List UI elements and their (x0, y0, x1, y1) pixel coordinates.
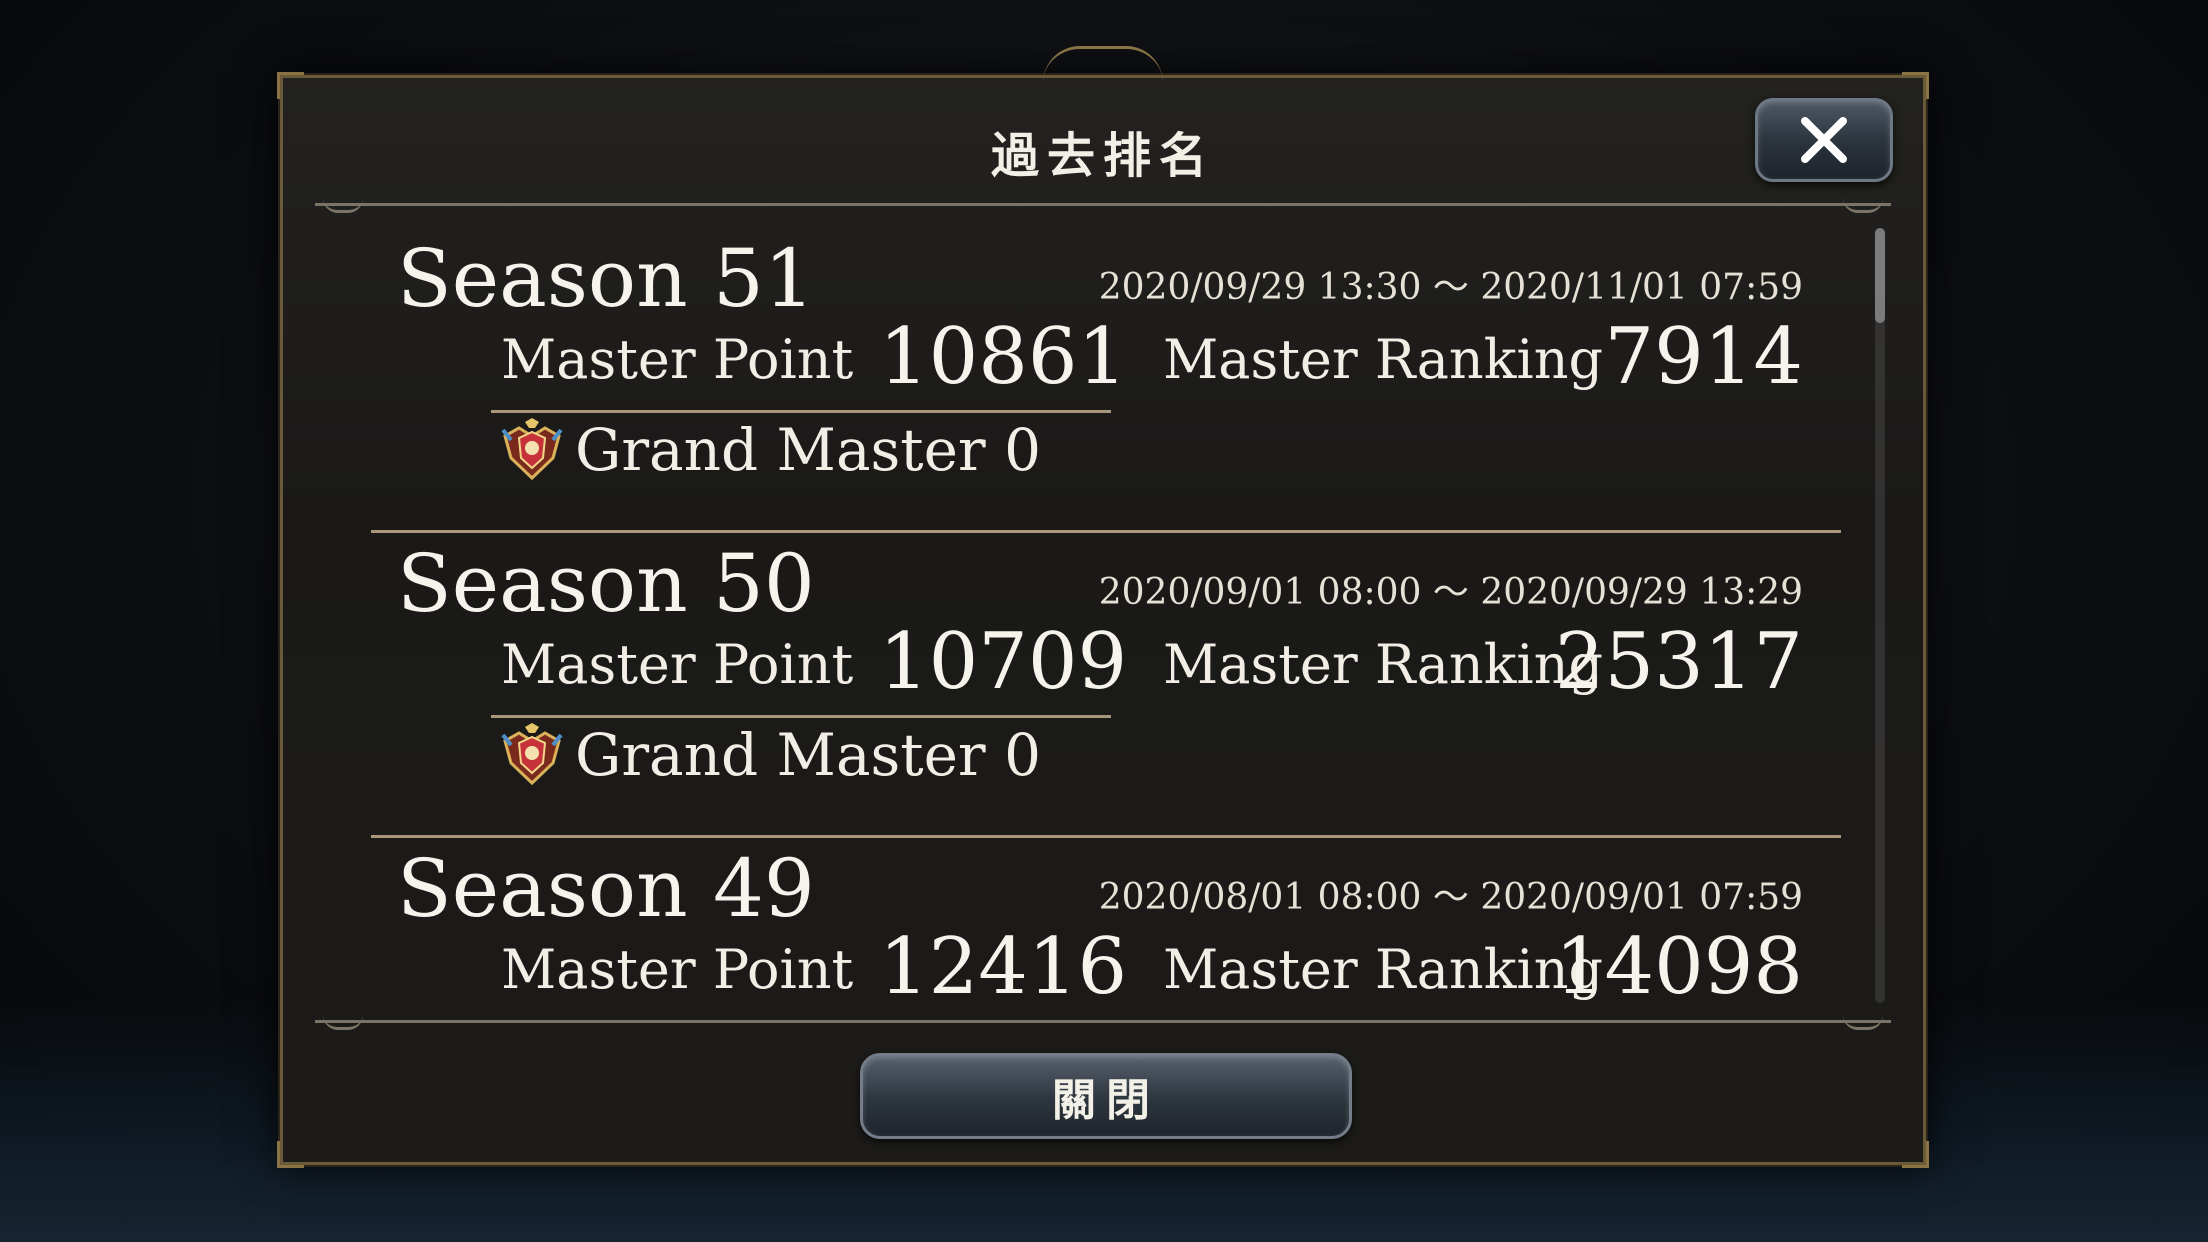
scrollbar-thumb[interactable] (1875, 228, 1885, 323)
frame-corner (1902, 1141, 1929, 1168)
divider-flourish (323, 1015, 363, 1030)
season-name: Season 51 (397, 232, 815, 325)
frame-corner (277, 1141, 304, 1168)
list-scrollbar[interactable] (1875, 228, 1885, 1003)
rank-tier-row: Grand Master 0 (501, 410, 1041, 490)
master-point-label: Master Point (501, 633, 854, 696)
season-name: Season 49 (397, 842, 815, 935)
divider-flourish (1843, 1015, 1883, 1030)
season-entry: Season 51 2020/09/29 13:30 ～ 2020/11/01 … (371, 228, 1841, 533)
footer-divider (315, 1020, 1891, 1023)
master-ranking-value: 14098 (1554, 922, 1803, 1003)
season-period: 2020/08/01 08:00 ～ 2020/09/01 07:59 (1098, 877, 1803, 918)
season-period: 2020/09/01 08:00 ～ 2020/09/29 13:29 (1098, 572, 1803, 613)
master-point-value: 10709 (879, 617, 1128, 707)
close-x-icon (1801, 117, 1847, 163)
master-ranking-label: Master Ranking (1163, 328, 1604, 391)
divider-flourish (323, 198, 363, 213)
season-entry: Season 50 2020/09/01 08:00 ～ 2020/09/29 … (371, 533, 1841, 838)
master-ranking-value: 7914 (1604, 312, 1803, 402)
master-ranking-value: 25317 (1554, 617, 1803, 707)
master-point-label: Master Point (501, 328, 854, 391)
header-divider (315, 203, 1891, 206)
divider-flourish (1843, 198, 1883, 213)
master-point-value: 10861 (879, 312, 1128, 402)
master-point-label: Master Point (501, 938, 854, 1001)
season-name: Season 50 (397, 537, 815, 630)
grand-master-badge-icon (501, 723, 563, 786)
season-period: 2020/09/29 13:30 ～ 2020/11/01 07:59 (1098, 267, 1803, 308)
master-ranking-label: Master Ranking (1163, 938, 1604, 1001)
close-button[interactable]: 關閉 (860, 1053, 1352, 1139)
rank-tier-row: Grand Master 0 (501, 715, 1041, 795)
frame-corner (1902, 72, 1929, 99)
past-rankings-dialog: 過去排名 Season 51 2020/09/29 13:30 ～ 2020/1… (277, 46, 1929, 1168)
frame-crest-ornament (1043, 46, 1163, 83)
frame-corner (277, 72, 304, 99)
close-x-button[interactable] (1755, 98, 1893, 182)
master-point-value: 12416 (879, 922, 1128, 1003)
grand-master-badge-icon (501, 418, 563, 481)
master-ranking-label: Master Ranking (1163, 633, 1604, 696)
dialog-title: 過去排名 (990, 128, 1215, 184)
season-ranking-list[interactable]: Season 51 2020/09/29 13:30 ～ 2020/11/01 … (371, 228, 1841, 1003)
season-entry: Season 49 2020/08/01 08:00 ～ 2020/09/01 … (371, 838, 1841, 1003)
rank-tier-label: Grand Master 0 (575, 721, 1041, 789)
rank-tier-label: Grand Master 0 (575, 416, 1041, 484)
